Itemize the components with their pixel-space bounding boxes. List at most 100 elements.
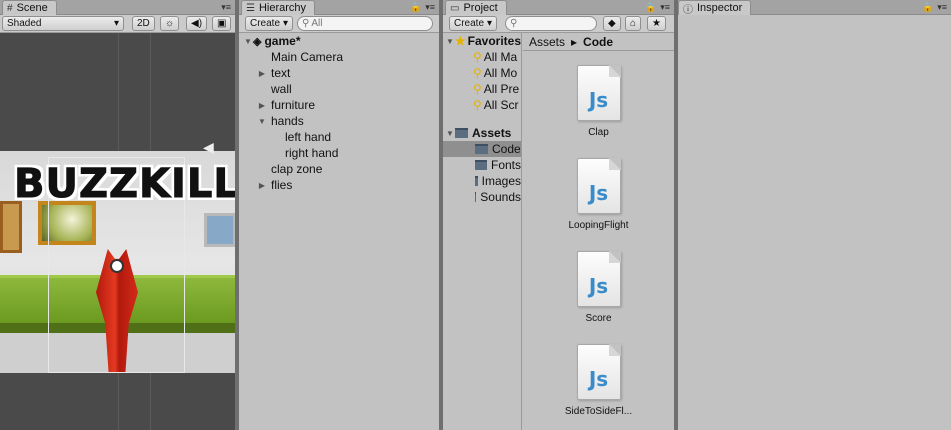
js-icon-text: Js <box>588 274 609 298</box>
scene-panel: # Scene ▾≡ Shaded ▾ 2D ☼ ◀) ▣ BUZZKILL ◀ <box>0 0 235 430</box>
script-asset[interactable]: Js Clap <box>523 65 674 138</box>
shading-mode-dropdown[interactable]: Shaded ▾ <box>2 16 124 31</box>
filter-type-icon: ◆ <box>608 18 616 29</box>
hierarchy-item-label: wall <box>271 82 292 96</box>
assets-folder-list: Code Fonts Images Sounds <box>443 141 521 205</box>
grid-icon: # <box>7 2 13 14</box>
assets-label: Assets <box>472 126 512 140</box>
hierarchy-item[interactable]: ▶ furniture <box>239 97 439 113</box>
hierarchy-toolbar: Create ▾ ⚲ All <box>239 15 439 33</box>
star-icon: ★ <box>652 18 661 29</box>
breadcrumb-assets[interactable]: Assets <box>529 35 565 49</box>
folder-item[interactable]: Sounds <box>443 189 521 205</box>
speaker-icon: ◀) <box>191 18 203 29</box>
effects-toggle-button[interactable]: ▣ <box>212 16 232 31</box>
panel-menu-icon[interactable]: ▾≡ <box>937 2 947 13</box>
favorite-label: All Scr <box>483 98 519 112</box>
sun-icon: ☼ <box>165 18 175 29</box>
create-label: Create <box>454 18 485 29</box>
expand-arrow-icon[interactable]: ▶ <box>257 69 267 78</box>
folder-item[interactable]: Images <box>443 173 521 189</box>
lock-icon[interactable]: 🔒 <box>645 2 656 13</box>
audio-toggle-button[interactable]: ◀) <box>186 16 208 31</box>
dropdown-arrow-icon: ▾ <box>283 18 289 29</box>
breadcrumb-code[interactable]: Code <box>583 35 613 49</box>
script-asset[interactable]: Js LoopingFlight <box>523 158 674 231</box>
favorite-item[interactable]: ⚲ All Scr <box>443 97 521 113</box>
panel-menu-icon[interactable]: ▾≡ <box>425 2 435 13</box>
create-label: Create <box>250 18 281 29</box>
hierarchy-create-button[interactable]: Create ▾ <box>245 16 294 31</box>
folder-item[interactable]: Fonts <box>443 157 521 173</box>
painting-left <box>0 201 22 253</box>
hierarchy-tab-label: Hierarchy <box>258 2 307 14</box>
project-panel: ▭ Project 🔒 ▾≡ Create ▾ ⚲ ◆ ⌂ ★ ▼ ★ Favo… <box>443 0 674 430</box>
hierarchy-item[interactable]: clap zone <box>239 161 439 177</box>
expand-arrow-icon[interactable]: ▼ <box>243 37 253 46</box>
js-icon-text: Js <box>588 181 609 205</box>
script-asset[interactable]: Js SideToSideFl... <box>523 344 674 417</box>
audio-source-icon: ◀ <box>203 139 214 155</box>
favorite-item[interactable]: ⚲ All Pre <box>443 81 521 97</box>
hierarchy-item[interactable]: right hand <box>239 145 439 161</box>
script-asset-label: Score <box>585 313 612 324</box>
favorite-item[interactable]: ⚲ All Ma <box>443 49 521 65</box>
javascript-file-icon: Js <box>576 344 621 400</box>
2d-toggle-button[interactable]: 2D <box>132 16 155 31</box>
panel-menu-icon[interactable]: ▾≡ <box>660 2 670 13</box>
expand-arrow-icon[interactable]: ▼ <box>257 117 267 126</box>
favorite-item[interactable]: ⚲ All Mo <box>443 65 521 81</box>
favorites-label: Favorites <box>467 34 521 48</box>
hierarchy-item[interactable]: Main Camera <box>239 49 439 65</box>
hierarchy-item-label: furniture <box>271 98 316 112</box>
inspector-tab-label: Inspector <box>697 2 743 14</box>
breadcrumb: Assets ▸ Code <box>523 33 674 51</box>
expand-arrow-icon[interactable]: ▶ <box>257 101 267 110</box>
project-search-input[interactable]: ⚲ <box>505 16 597 31</box>
folder-label: Sounds <box>480 190 521 204</box>
hierarchy-panel: ☰ Hierarchy 🔒 ▾≡ Create ▾ ⚲ All ▼ ◈ game* M… <box>239 0 439 430</box>
script-asset-label: SideToSideFl... <box>564 406 633 417</box>
expand-arrow-icon[interactable]: ▶ <box>257 181 267 190</box>
tab-hierarchy[interactable]: ☰ Hierarchy <box>241 0 316 15</box>
hierarchy-search-input[interactable]: ⚲ All <box>297 16 433 31</box>
folder-icon <box>475 144 488 154</box>
image-icon: ▣ <box>217 18 227 29</box>
tab-scene[interactable]: # Scene <box>2 0 57 15</box>
scene-viewport[interactable]: BUZZKILL ◀ <box>0 33 235 430</box>
breadcrumb-separator-icon: ▸ <box>571 34 578 49</box>
favorite-label: All Pre <box>483 82 520 96</box>
favorites-star-button[interactable]: ★ <box>647 16 666 31</box>
search-icon: ⚲ <box>510 18 518 29</box>
lighting-toggle-button[interactable]: ☼ <box>160 16 180 31</box>
folder-label: Fonts <box>490 158 521 172</box>
script-asset[interactable]: Js Score <box>523 251 674 324</box>
folder-icon <box>475 160 487 170</box>
hierarchy-item[interactable]: left hand <box>239 129 439 145</box>
script-asset-label: LoopingFlight <box>568 220 629 231</box>
project-create-button[interactable]: Create ▾ <box>449 16 498 31</box>
assets-header[interactable]: ▼ Assets <box>443 125 521 141</box>
lock-icon[interactable]: 🔒 <box>922 2 933 13</box>
tab-project[interactable]: ▭ Project <box>445 0 507 15</box>
search-by-type-button[interactable]: ◆ <box>603 16 621 31</box>
hierarchy-item[interactable]: wall <box>239 81 439 97</box>
favorite-label: All Mo <box>483 66 518 80</box>
hierarchy-item-label: flies <box>271 178 293 192</box>
favorites-header[interactable]: ▼ ★ Favorites <box>443 33 521 49</box>
folder-icon <box>475 192 477 202</box>
lock-icon[interactable]: 🔒 <box>410 2 421 13</box>
painting-right <box>204 213 235 247</box>
search-icon: ⚲ <box>473 66 482 80</box>
hierarchy-item[interactable]: ▶ flies <box>239 177 439 193</box>
tab-inspector[interactable]: ⓘ Inspector <box>678 0 752 16</box>
search-by-label-button[interactable]: ⌂ <box>625 16 642 31</box>
hierarchy-item[interactable]: ▼ hands <box>239 113 439 129</box>
scene-tab-controls: ▾≡ <box>221 2 231 13</box>
folder-icon: ▭ <box>450 2 460 14</box>
inspector-panel: ⓘ Inspector 🔒 ▾≡ <box>678 0 951 430</box>
panel-menu-icon[interactable]: ▾≡ <box>221 2 231 13</box>
hierarchy-item[interactable]: ▼ ◈ game* <box>239 33 439 49</box>
hierarchy-item[interactable]: ▶ text <box>239 65 439 81</box>
folder-item[interactable]: Code <box>443 141 521 157</box>
